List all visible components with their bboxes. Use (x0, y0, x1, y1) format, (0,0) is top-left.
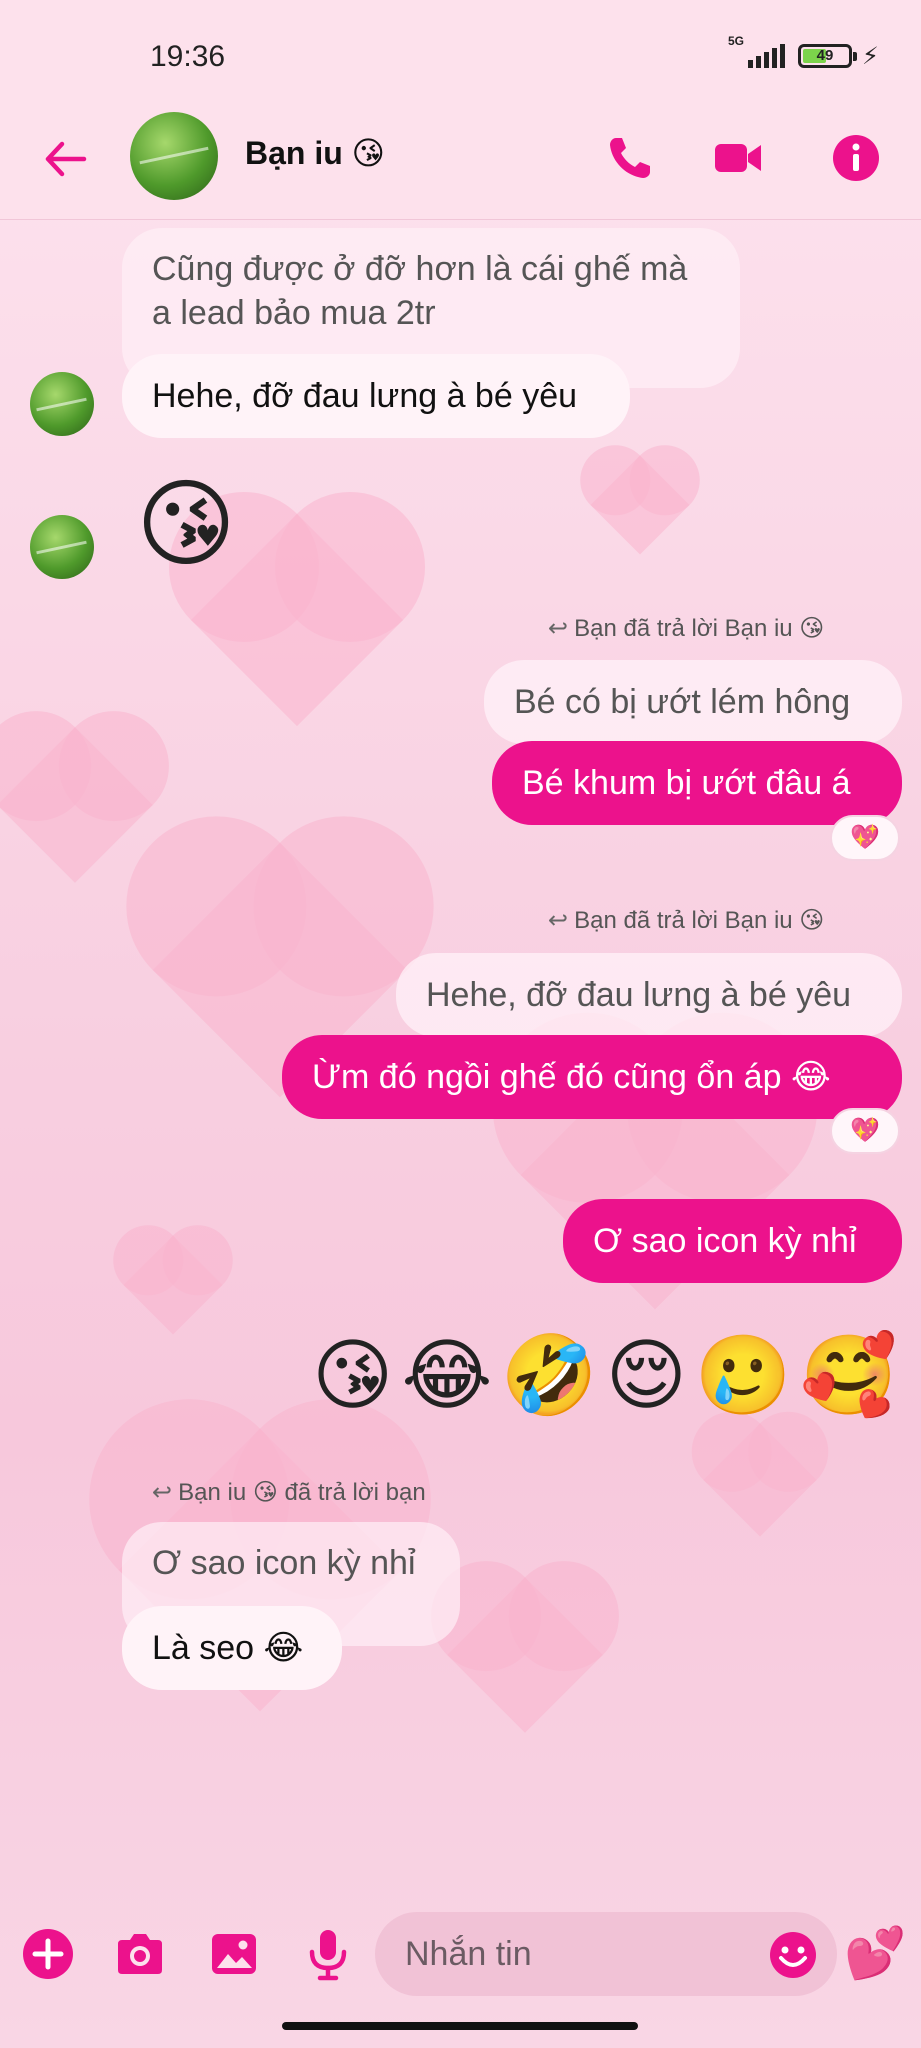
phone-icon[interactable] (604, 132, 656, 184)
reply-note: ↩ Bạn iu 😘 đã trả lời bạn (152, 1478, 426, 1507)
received-emoji[interactable]: 😘 (136, 470, 236, 580)
reply-note-text: Bạn đã trả lời Bạn iu 😘 (574, 615, 825, 642)
gallery-icon[interactable] (206, 1926, 262, 1982)
battery-icon: 49 (798, 44, 857, 68)
info-icon[interactable] (830, 132, 882, 184)
camera-icon[interactable] (112, 1926, 168, 1982)
sent-message[interactable]: Bé khum bị ướt đâu á (492, 741, 902, 825)
cellular-signal-icon: 5G (728, 34, 786, 68)
reply-arrow-icon: ↩ (548, 615, 569, 642)
contact-avatar[interactable] (30, 372, 94, 436)
reply-note: ↩ Bạn đã trả lời Bạn iu 😘 (548, 906, 824, 935)
sent-message[interactable]: Ừm đó ngồi ghế đó cũng ổn áp 😂 (282, 1035, 902, 1119)
battery-level: 49 (816, 47, 834, 64)
contact-avatar[interactable] (30, 515, 94, 579)
reaction-badge[interactable]: 💖 (830, 815, 900, 861)
home-indicator[interactable] (282, 2022, 638, 2030)
contact-name[interactable]: Bạn iu 😘 (245, 134, 385, 172)
message-composer: 💕 (0, 1900, 921, 2010)
reply-arrow-icon: ↩ (548, 907, 569, 934)
contact-avatar[interactable] (130, 112, 218, 200)
emoji-icon[interactable] (768, 1930, 818, 1980)
background-heart-decoration (0, 727, 153, 883)
chat-header: Bạn iu 😘 (0, 112, 921, 220)
video-camera-icon[interactable] (712, 132, 764, 184)
quoted-message: Hehe, đỡ đau lưng à bé yêu (396, 953, 902, 1037)
reply-note-text: Bạn đã trả lời Bạn iu 😘 (574, 907, 825, 934)
status-time: 19:36 (150, 40, 226, 73)
quoted-message: Bé có bị ướt lém hông (484, 660, 902, 744)
reply-arrow-icon: ↩ (152, 1479, 173, 1506)
received-message[interactable]: Là seo 😂 (122, 1606, 342, 1690)
network-type: 5G (728, 34, 745, 48)
background-heart-decoration (447, 1577, 603, 1733)
microphone-icon[interactable] (300, 1926, 356, 1982)
reaction-badge[interactable]: 💖 (830, 1108, 900, 1154)
sent-message[interactable]: Ơ sao icon kỳ nhỉ (563, 1199, 902, 1283)
reply-note: ↩ Bạn đã trả lời Bạn iu 😘 (548, 614, 824, 643)
received-message[interactable]: Hehe, đỡ đau lưng à bé yêu (122, 354, 630, 438)
background-heart-decoration (123, 1235, 223, 1335)
charging-bolt-icon: ⚡ (862, 43, 879, 70)
back-arrow-icon[interactable] (40, 134, 90, 184)
background-heart-decoration (590, 455, 690, 555)
add-icon[interactable] (20, 1926, 76, 1982)
heart-send-icon[interactable]: 💕 (844, 1924, 906, 1983)
status-bar: 19:36 5G 49 ⚡ (0, 0, 921, 112)
reply-note-text: Bạn iu 😘 đã trả lời bạn (178, 1479, 426, 1506)
sent-emoji-row[interactable]: 😘😂🤣😌🥲🥰 (312, 1330, 905, 1422)
background-heart-decoration (703, 1423, 817, 1537)
